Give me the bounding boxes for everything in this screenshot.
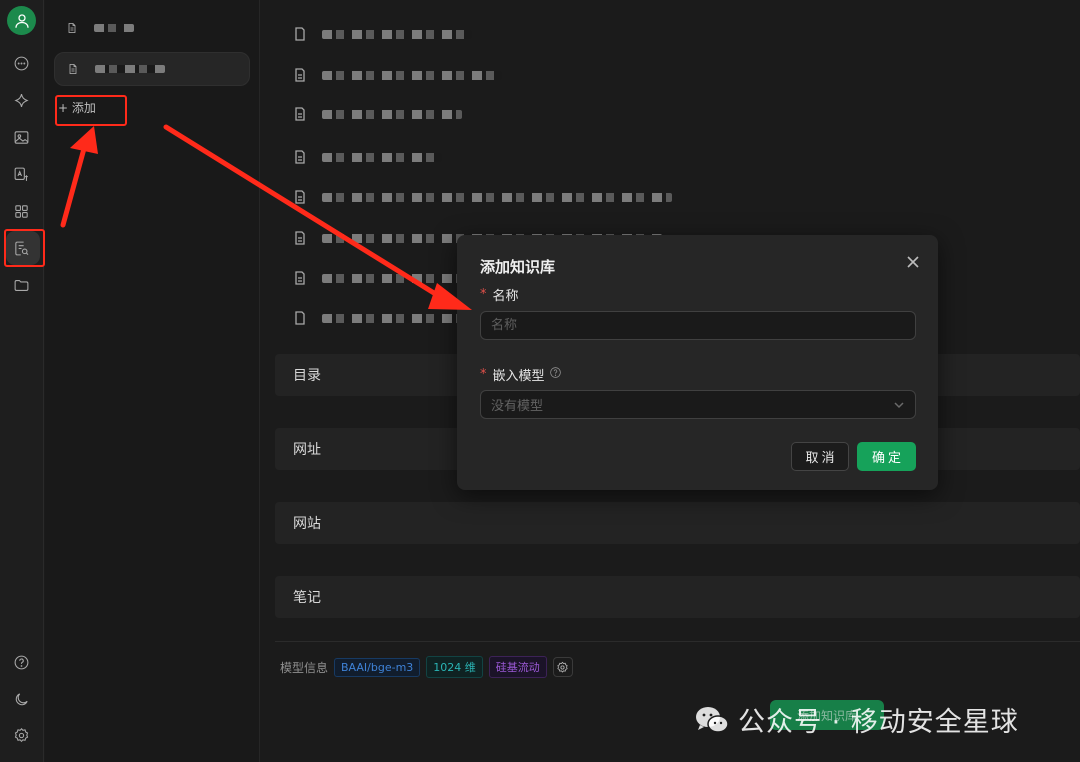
moon-icon[interactable] bbox=[11, 689, 31, 709]
select-placeholder: 没有模型 bbox=[491, 399, 544, 414]
redacted-file bbox=[322, 29, 472, 39]
section-website[interactable]: 网站 bbox=[275, 502, 1080, 544]
image-icon[interactable] bbox=[11, 127, 31, 147]
settings-icon[interactable] bbox=[11, 725, 31, 745]
embedding-model-select[interactable]: 没有模型 bbox=[480, 390, 916, 419]
required-mark: * bbox=[480, 287, 487, 302]
knowledge-item-selected[interactable] bbox=[54, 52, 250, 86]
watermark: 公众号 · 移动安全星球 bbox=[694, 700, 1019, 739]
highlight-knowledge-nav bbox=[4, 229, 45, 267]
confirm-button[interactable]: 确定 bbox=[857, 442, 916, 471]
name-field-label: * 名称 bbox=[480, 285, 519, 304]
redacted-file bbox=[322, 152, 442, 162]
document-icon bbox=[295, 231, 305, 245]
dimension-tag: 1024 维 bbox=[426, 656, 483, 678]
model-info-label: 模型信息 bbox=[280, 660, 329, 675]
file-row[interactable] bbox=[294, 189, 672, 205]
model-settings-button[interactable] bbox=[552, 657, 573, 677]
document-icon bbox=[295, 27, 305, 41]
file-row[interactable] bbox=[294, 270, 462, 286]
document-icon bbox=[295, 68, 305, 82]
chevron-down-icon bbox=[894, 401, 904, 408]
file-row[interactable] bbox=[294, 26, 472, 42]
add-knowledge-dialog: 添加知识库 * 名称 * 嵌入模型 没有模型 取消 确定 bbox=[457, 235, 938, 490]
cancel-button[interactable]: 取消 bbox=[791, 442, 849, 471]
provider-tag: 硅基流动 bbox=[488, 656, 547, 678]
document-icon bbox=[295, 271, 305, 285]
user-icon bbox=[14, 13, 29, 28]
gear-icon bbox=[557, 661, 568, 673]
name-input[interactable] bbox=[480, 311, 916, 340]
model-field-label: * 嵌入模型 bbox=[480, 365, 562, 384]
document-icon bbox=[295, 190, 305, 204]
document-icon bbox=[295, 107, 305, 121]
name-label-text: 名称 bbox=[492, 289, 519, 304]
file-row[interactable] bbox=[294, 106, 462, 122]
folder-icon[interactable] bbox=[11, 275, 31, 295]
redacted-file bbox=[322, 273, 462, 283]
user-avatar[interactable] bbox=[7, 6, 36, 35]
highlight-add-button bbox=[55, 95, 127, 126]
divider bbox=[275, 641, 1080, 642]
question-circle-icon[interactable] bbox=[549, 366, 562, 383]
wechat-logo-icon bbox=[696, 706, 729, 733]
apps-grid-icon[interactable] bbox=[11, 201, 31, 221]
knowledge-item[interactable] bbox=[54, 11, 250, 45]
document-icon bbox=[295, 311, 305, 325]
chat-icon[interactable] bbox=[11, 53, 31, 73]
help-icon[interactable] bbox=[11, 652, 31, 672]
redacted-name bbox=[95, 65, 165, 73]
document-icon bbox=[68, 23, 76, 33]
translate-icon[interactable] bbox=[11, 164, 31, 184]
document-icon bbox=[69, 64, 77, 74]
section-notes[interactable]: 笔记 bbox=[275, 576, 1080, 618]
sparkle-icon[interactable] bbox=[11, 90, 31, 110]
dialog-title: 添加知识库 bbox=[480, 258, 556, 276]
close-icon bbox=[907, 256, 919, 268]
required-mark: * bbox=[480, 367, 487, 382]
icon-rail bbox=[0, 0, 44, 762]
redacted-file bbox=[322, 313, 462, 323]
redacted-name bbox=[94, 24, 134, 32]
redacted-file bbox=[322, 192, 672, 202]
model-tag: BAAI/bge-m3 bbox=[334, 657, 421, 677]
file-row[interactable] bbox=[294, 310, 462, 326]
file-row[interactable] bbox=[294, 149, 442, 165]
close-button[interactable] bbox=[906, 254, 920, 268]
redacted-file bbox=[322, 109, 462, 119]
watermark-text: 公众号 · 移动安全星球 bbox=[738, 707, 1019, 738]
model-label-text: 嵌入模型 bbox=[492, 369, 545, 384]
model-info-bar: 模型信息 BAAI/bge-m3 1024 维 硅基流动 bbox=[280, 656, 573, 678]
file-row[interactable] bbox=[294, 67, 502, 83]
document-icon bbox=[295, 150, 305, 164]
redacted-file bbox=[322, 70, 502, 80]
